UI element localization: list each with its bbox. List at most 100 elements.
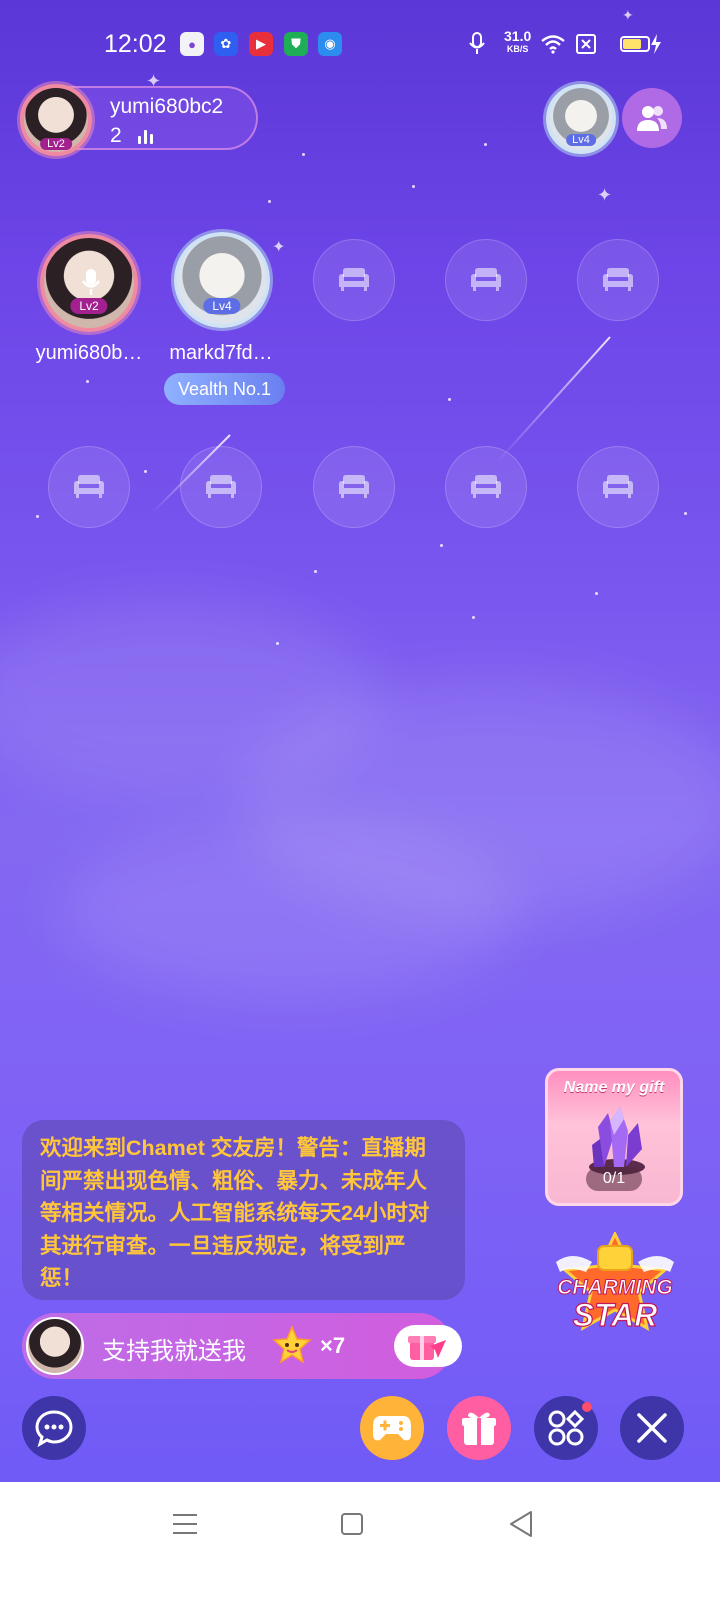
support-text: 支持我就送我: [102, 1338, 246, 1365]
host-name: yumi680bc2: [110, 95, 224, 118]
star: [412, 185, 415, 188]
seat-1-avatar[interactable]: Lv2: [40, 234, 138, 332]
star-gift-icon: [272, 1325, 312, 1364]
top-contributor-level: Lv4: [566, 134, 596, 146]
sofa-icon: [339, 268, 369, 291]
empty-seat-3[interactable]: [313, 239, 395, 321]
mic-icon: [469, 32, 485, 54]
star: [472, 616, 475, 619]
net-speed-unit: KB/S: [506, 44, 529, 54]
name-my-gift-count: 0/1: [586, 1167, 642, 1191]
star: [144, 470, 147, 473]
home-icon[interactable]: [340, 1512, 364, 1536]
net-speed: 31.0 KB/S: [504, 28, 532, 56]
name-my-gift-card[interactable]: Name my gift 0/1: [545, 1068, 683, 1206]
chat-app-icon: ●: [180, 32, 204, 56]
empty-seat-8[interactable]: [313, 446, 395, 528]
mic-icon: [81, 269, 101, 295]
seat-2-avatar[interactable]: Lv4: [174, 232, 270, 328]
gift-button[interactable]: [447, 1396, 511, 1460]
close-button[interactable]: [620, 1396, 684, 1460]
charming-star-line1: CHARMING: [557, 1276, 673, 1299]
star: [595, 592, 598, 595]
status-bar: 12:02 ● ✿ ▶ ⛊ ◉ 31.0 KB/S: [0, 0, 720, 88]
star: [484, 143, 487, 146]
gift-send-icon: [408, 1336, 446, 1360]
star: [684, 512, 687, 515]
seat-2-name: markd7fd…: [169, 342, 273, 364]
people-icon: [637, 106, 667, 131]
cloud: [60, 820, 520, 1000]
back-icon[interactable]: [508, 1510, 534, 1538]
shooting-star: [495, 336, 611, 465]
close-icon: [637, 1413, 667, 1443]
charming-star-line2: STAR: [573, 1297, 658, 1333]
empty-seat-4[interactable]: [445, 239, 527, 321]
charging-icon: [651, 34, 661, 54]
sofa-icon: [339, 475, 369, 498]
star: [314, 570, 317, 573]
host-count: 2: [110, 124, 156, 150]
sofa-icon: [471, 475, 501, 498]
star: [36, 515, 39, 518]
send-gift-button[interactable]: [394, 1325, 462, 1367]
sparkle-icon: ✦: [597, 185, 613, 205]
empty-seat-7[interactable]: [180, 446, 262, 528]
empty-seat-5[interactable]: [577, 239, 659, 321]
support-banner[interactable]: 支持我就送我 ×7: [22, 1313, 462, 1379]
audience-list-button[interactable]: [622, 88, 682, 148]
host-info[interactable]: Lv2 yumi680bc2 2: [20, 84, 258, 156]
seat-1-level: Lv2: [70, 298, 108, 314]
gift-icon: [462, 1412, 496, 1445]
video-app-icon: ▶: [249, 32, 273, 56]
sofa-icon: [206, 475, 236, 498]
apps-icon: [548, 1409, 585, 1446]
sofa-icon: [603, 268, 633, 291]
empty-seat-9[interactable]: [445, 446, 527, 528]
star: [440, 544, 443, 547]
baidu-icon: ✿: [214, 32, 238, 56]
empty-seat-6[interactable]: [48, 446, 130, 528]
sparkle-icon: ✦: [272, 239, 286, 256]
ranking-bars-icon: [137, 126, 156, 150]
empty-seat-10[interactable]: [577, 446, 659, 528]
game-icon: [373, 1416, 411, 1441]
menu-icon[interactable]: [172, 1512, 198, 1536]
star: [448, 398, 451, 401]
live-room: ✦ ✦ ✦ ✦ 12:02 ● ✿ ▶ ⛊ ◉ 31.0 KB/S Lv2 yu…: [0, 0, 720, 1508]
sim-icon: [576, 34, 596, 54]
star: [86, 380, 89, 383]
support-multiplier: ×7: [320, 1333, 346, 1358]
wifi-icon: [541, 35, 565, 54]
charming-star-badge[interactable]: CHARMING STAR: [552, 1232, 678, 1342]
crystal-icon: [589, 1107, 645, 1175]
star: [302, 153, 305, 156]
host-avatar[interactable]: Lv2: [20, 84, 92, 156]
battery-level: [623, 39, 641, 49]
name-my-gift-title: Name my gift: [563, 1079, 665, 1096]
chat-icon: [35, 1410, 73, 1448]
sofa-icon: [471, 268, 501, 291]
apps-button[interactable]: [534, 1396, 598, 1460]
shield-app-icon: ⛊: [284, 32, 308, 56]
system-notice-text: 欢迎来到Chamet 交友房！警告：直播期间严禁出现色情、粗俗、暴力、未成年人等…: [40, 1136, 430, 1290]
seat-1-name: yumi680b…: [35, 342, 143, 364]
status-time: 12:02: [104, 30, 167, 58]
game-button[interactable]: [360, 1396, 424, 1460]
sofa-icon: [603, 475, 633, 498]
system-nav-bar: [0, 1482, 720, 1600]
notification-dot: [582, 1402, 592, 1412]
battery-icon: [620, 36, 650, 52]
seat-2-level: Lv4: [203, 298, 241, 314]
star: [276, 642, 279, 645]
top-contributor-avatar[interactable]: Lv4: [546, 84, 616, 154]
net-speed-value: 31.0: [504, 28, 532, 44]
wealth-rank-tag: Vealth No.1: [164, 373, 285, 405]
sofa-icon: [74, 475, 104, 498]
support-avatar: [26, 1317, 84, 1375]
star: [268, 200, 271, 203]
browser-app-icon: ◉: [318, 32, 342, 56]
host-level-badge: Lv2: [40, 138, 72, 150]
host-count-value: 2: [110, 124, 122, 147]
chat-button[interactable]: [22, 1396, 86, 1460]
